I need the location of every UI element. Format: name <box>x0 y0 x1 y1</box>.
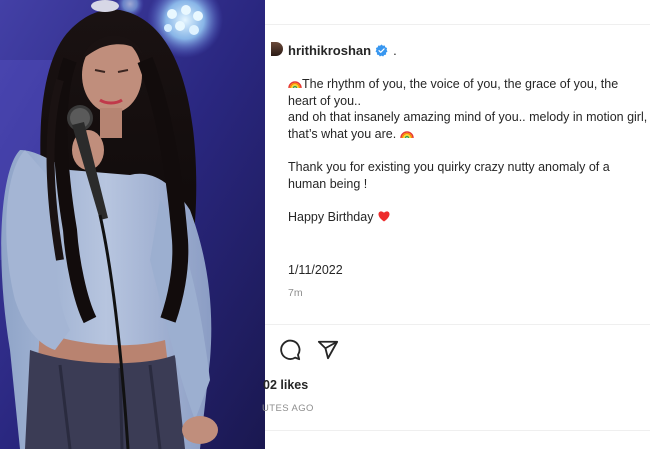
header-separator: . <box>393 42 397 58</box>
likes-count[interactable]: 02 likes <box>263 378 308 392</box>
caption-date: 1/11/2022 <box>288 263 343 277</box>
divider <box>265 324 650 325</box>
caption-line-1: The rhythm of you, the voice of you, the… <box>288 77 619 108</box>
posted-time: UTES AGO <box>262 403 314 414</box>
previous-header-clip <box>287 0 291 6</box>
rainbow-emoji-icon <box>399 131 414 139</box>
divider <box>265 24 650 25</box>
comment-icon[interactable] <box>279 339 301 361</box>
caption-paragraph-2: Thank you for existing you quirky crazy … <box>288 159 610 191</box>
post-author-row: hrithikroshan . <box>288 42 397 58</box>
singer-with-microphone-image <box>0 0 265 449</box>
caption-line-3: that’s what you are. <box>288 126 397 141</box>
verified-badge-icon <box>375 44 388 56</box>
post-photo <box>0 0 265 449</box>
post-caption: The rhythm of you, the voice of you, the… <box>288 76 648 225</box>
caption-line-birthday: Happy Birthday <box>288 209 374 224</box>
caption-timestamp[interactable]: 7m <box>288 287 303 299</box>
heart-emoji-icon <box>378 211 390 222</box>
avatar[interactable] <box>271 42 283 56</box>
username-link[interactable]: hrithikroshan <box>288 43 371 58</box>
caption-line-2: and oh that insanely amazing mind of you… <box>288 110 648 125</box>
post-detail-panel: hrithikroshan . The rhythm of you, the v… <box>262 0 650 449</box>
divider <box>265 430 650 431</box>
caption-paragraph-3: Happy Birthday <box>288 209 648 226</box>
rainbow-emoji-icon <box>288 81 302 89</box>
caption-paragraph-1: The rhythm of you, the voice of you, the… <box>288 76 648 142</box>
share-icon[interactable] <box>317 339 339 361</box>
